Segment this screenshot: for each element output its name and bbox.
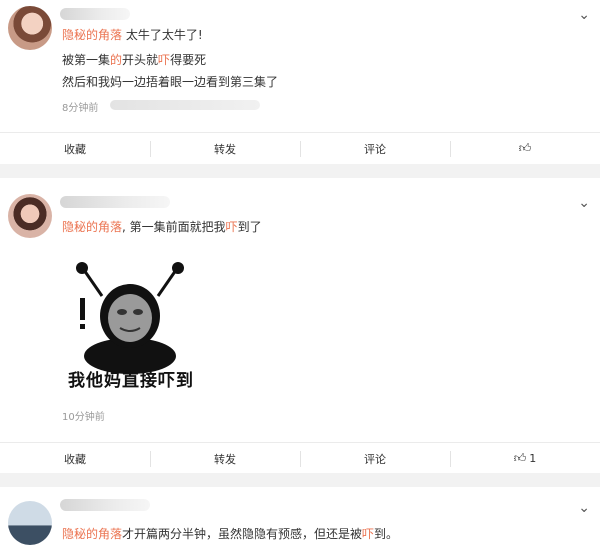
comment-text: 然后和我妈一边捂着眼一边看到第三集了 <box>62 75 279 89</box>
blurred-source <box>110 100 260 110</box>
username-blurred[interactable] <box>60 8 130 20</box>
comment-text: 被第一集 <box>62 53 111 67</box>
like-button[interactable]: 👍︎ <box>450 133 600 164</box>
chevron-down-icon[interactable]: ⌄ <box>578 8 590 22</box>
like-count: 1 <box>529 452 537 465</box>
meme-caption-text: 我他妈直接 <box>68 371 158 391</box>
highlight-text: 吓 <box>158 53 171 67</box>
avatar[interactable] <box>8 194 52 238</box>
chevron-down-icon[interactable]: ⌄ <box>578 501 590 515</box>
comment-text: 太牛了太牛了! <box>122 28 203 42</box>
action-bar: 收藏 转发 评论 👍︎ 1 <box>0 442 600 474</box>
comment-card: ⌄ 隐秘的角落才开篇两分半钟，虽然隐隐有预感，但还是被吓到。 <box>0 487 600 553</box>
avatar[interactable] <box>8 6 52 50</box>
comment-button[interactable]: 评论 <box>300 443 450 474</box>
meme-image[interactable]: 我他妈直接吓到 <box>62 258 232 398</box>
comment-text: 到。 <box>374 527 399 541</box>
favorite-button[interactable]: 收藏 <box>0 443 150 474</box>
comment-text: 才开篇两分半钟，虽然隐隐有预感，但还是被 <box>122 527 363 541</box>
highlight-text: 的 <box>110 53 123 67</box>
comment-line: 隐秘的角落, 第一集前面就把我吓到了 <box>62 218 262 237</box>
timestamp: 10分钟前 <box>62 412 105 423</box>
comment-card: ⌄ 隐秘的角落 太牛了太牛了! 被第一集的开头就吓得要死 然后和我妈一边捂着眼一… <box>0 0 600 164</box>
username-blurred[interactable] <box>60 196 170 208</box>
comment-text: , 第一集前面就把我 <box>122 220 226 234</box>
username-blurred[interactable] <box>60 499 150 511</box>
comment-line: 隐秘的角落才开篇两分半钟，虽然隐隐有预感，但还是被吓到。 <box>62 525 398 544</box>
highlight-text: 吓 <box>362 527 375 541</box>
repost-button[interactable]: 转发 <box>150 443 300 474</box>
meme-caption: 我他妈直接吓到 <box>68 366 194 391</box>
avatar[interactable] <box>8 501 52 545</box>
comment-text: 得要死 <box>170 53 207 67</box>
timestamp: 8分钟前 <box>62 103 99 114</box>
chevron-down-icon[interactable]: ⌄ <box>578 196 590 210</box>
comment-text: 开头就 <box>122 53 159 67</box>
repost-button[interactable]: 转发 <box>150 133 300 164</box>
comment-line: 然后和我妈一边捂着眼一边看到第三集了 <box>62 73 278 92</box>
author-link[interactable]: 隐秘的角落 <box>62 28 122 42</box>
author-link[interactable]: 隐秘的角落 <box>62 527 122 541</box>
comment-card: ⌄ 隐秘的角落, 第一集前面就把我吓到了 我他妈直接吓到 10分钟前 收藏 转发… <box>0 178 600 473</box>
comment-button[interactable]: 评论 <box>300 133 450 164</box>
highlight-text: 吓 <box>225 220 238 234</box>
comment-line: 被第一集的开头就吓得要死 <box>62 51 206 70</box>
comment-line: 隐秘的角落 太牛了太牛了! <box>62 26 203 45</box>
like-button[interactable]: 👍︎ 1 <box>450 443 600 474</box>
action-bar: 收藏 转发 评论 👍︎ <box>0 132 600 164</box>
thumbs-up-icon: 👍︎ <box>518 141 532 155</box>
favorite-button[interactable]: 收藏 <box>0 133 150 164</box>
comment-text: 到了 <box>237 220 262 234</box>
thumbs-up-icon: 👍︎ <box>513 451 527 465</box>
meme-caption-emphasis: 吓到 <box>158 371 194 391</box>
author-link[interactable]: 隐秘的角落 <box>62 220 122 234</box>
